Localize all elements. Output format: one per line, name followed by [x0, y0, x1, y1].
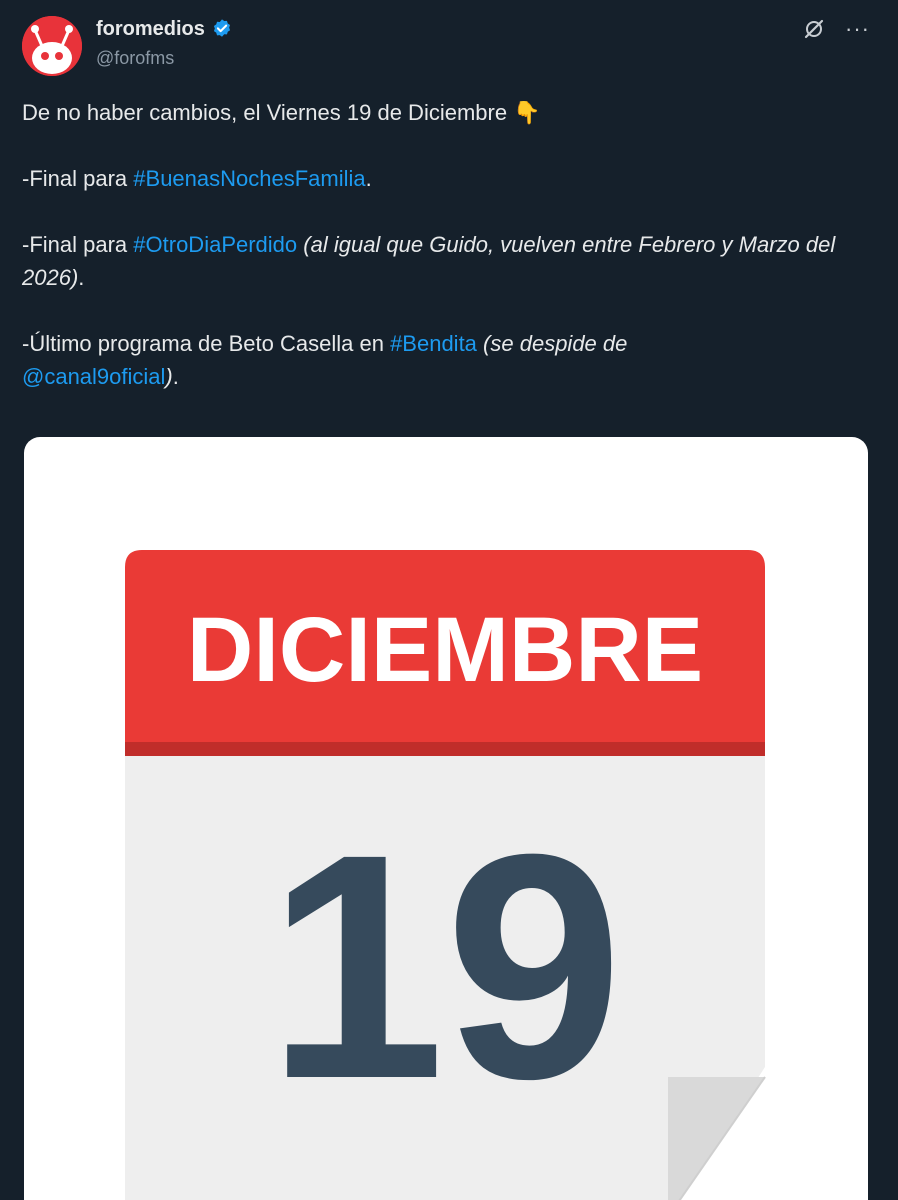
tweet-line: De no haber cambios, el Viernes 19 de Di…: [22, 100, 508, 125]
more-options-icon[interactable]: ···: [845, 18, 870, 40]
tweet-media-image[interactable]: DICIEMBRE 19: [24, 437, 868, 1200]
mention-link[interactable]: @canal9oficial: [22, 364, 165, 389]
author-handle[interactable]: @forofms: [96, 48, 174, 69]
author-display-name[interactable]: foromedios: [96, 18, 205, 41]
tweet-text: De no haber cambios, el Viernes 19 de Di…: [22, 96, 872, 393]
page-curl: [668, 1077, 765, 1200]
hashtag-link[interactable]: #Bendita: [390, 331, 477, 356]
tweet-line: -Último programa de Beto Casella en: [22, 331, 391, 356]
tweet-line: -Final para: [22, 232, 134, 257]
italic-note: (se despide de: [483, 331, 628, 356]
punctuation: .: [172, 364, 179, 389]
tweet-paragraph: -Final para #OtroDiaPerdido (al igual qu…: [22, 228, 872, 294]
grok-icon[interactable]: [801, 16, 827, 42]
hashtag-link[interactable]: #BuenasNochesFamilia: [133, 166, 365, 191]
pointing-down-emoji: 👇: [513, 100, 541, 125]
calendar-month: DICIEMBRE: [187, 599, 703, 701]
punctuation: .: [365, 166, 372, 191]
tweet-paragraph: -Final para #BuenasNochesFamilia.: [22, 162, 872, 195]
punctuation: .: [78, 265, 85, 290]
tweet-line: -Final para: [22, 166, 134, 191]
tweet-paragraph: De no haber cambios, el Viernes 19 de Di…: [22, 96, 872, 129]
alien-logo-icon: [22, 16, 82, 76]
verified-badge-icon: [213, 19, 230, 37]
calendar-header-shadow: [125, 742, 765, 756]
author-avatar[interactable]: [22, 16, 82, 76]
tweet-view: foromedios @forofms ··· De no haber camb…: [0, 0, 898, 1200]
tweet-top-actions: ···: [801, 16, 870, 42]
tweet-paragraph: -Último programa de Beto Casella en #Ben…: [22, 327, 872, 393]
hashtag-link[interactable]: #OtroDiaPerdido: [133, 232, 297, 257]
calendar-illustration: DICIEMBRE 19: [125, 550, 766, 1200]
author-name-row: foromedios: [96, 16, 233, 42]
calendar-day: 19: [267, 787, 623, 1145]
italic-note: ): [165, 364, 173, 389]
